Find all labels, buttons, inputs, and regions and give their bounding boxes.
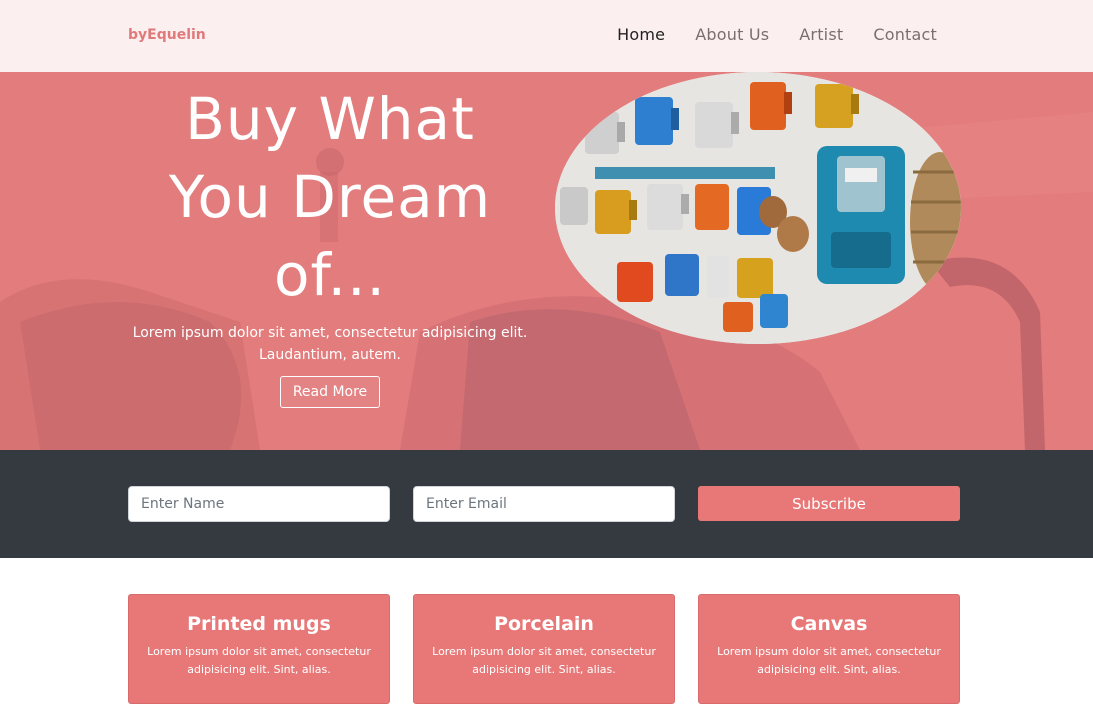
nav-contact-link[interactable]: Contact [873,25,937,44]
mug-gold-3 [737,258,773,298]
card-porcelain[interactable]: Porcelain Lorem ipsum dolor sit amet, co… [413,594,675,704]
mug-blue-1 [635,97,679,145]
mug-orange-1 [750,82,792,130]
subscribe-band: Subscribe [0,450,1093,558]
card-canvas[interactable]: Canvas Lorem ipsum dolor sit amet, conse… [698,594,960,704]
mug-silver-2 [695,102,739,148]
mug-orange-3 [617,262,653,302]
mugs-illustration [555,72,961,344]
card-printed-mugs[interactable]: Printed mugs Lorem ipsum dolor sit amet,… [128,594,390,704]
hero-section: Buy What You Dream of... Lorem ipsum dol… [0,72,1093,450]
card-title: Canvas [790,613,868,635]
mug-orange-2 [695,184,729,230]
card-title: Porcelain [494,613,594,635]
electric-meter [817,146,905,284]
mug-blue-3 [665,254,699,296]
hero-text-block: Buy What You Dream of... Lorem ipsum dol… [130,80,530,408]
navbar: byEquelin Home About Us Artist Contact [0,0,1093,72]
nav-home-link[interactable]: Home [617,25,665,44]
hero-mugs-photo [555,72,961,344]
email-input[interactable] [413,486,675,522]
subscribe-button[interactable]: Subscribe [698,486,960,521]
mug-silver-5 [707,256,729,298]
mug-silver-3 [560,187,588,225]
mug-gold-1 [815,84,859,128]
nav-artist-link[interactable]: Artist [799,25,843,44]
hero-subtitle: Lorem ipsum dolor sit amet, consectetur … [132,325,528,363]
mug-gold-2 [595,190,637,234]
card-text: Lorem ipsum dolor sit amet, consectetur … [717,645,941,676]
card-title: Printed mugs [187,613,331,635]
mug-blue-4 [760,294,788,328]
nav-about-link[interactable]: About Us [695,25,769,44]
mug-silver-4 [647,184,689,230]
card-text: Lorem ipsum dolor sit amet, consectetur … [147,645,371,676]
name-input[interactable] [128,486,390,522]
read-more-button[interactable]: Read More [279,376,381,408]
mug-orange-4 [723,302,753,332]
brand-logo[interactable]: byEquelin [128,27,206,43]
main-nav: Home About Us Artist Contact [617,25,937,44]
card-text: Lorem ipsum dolor sit amet, consectetur … [432,645,656,676]
hero-title: Buy What You Dream of... [168,85,492,309]
